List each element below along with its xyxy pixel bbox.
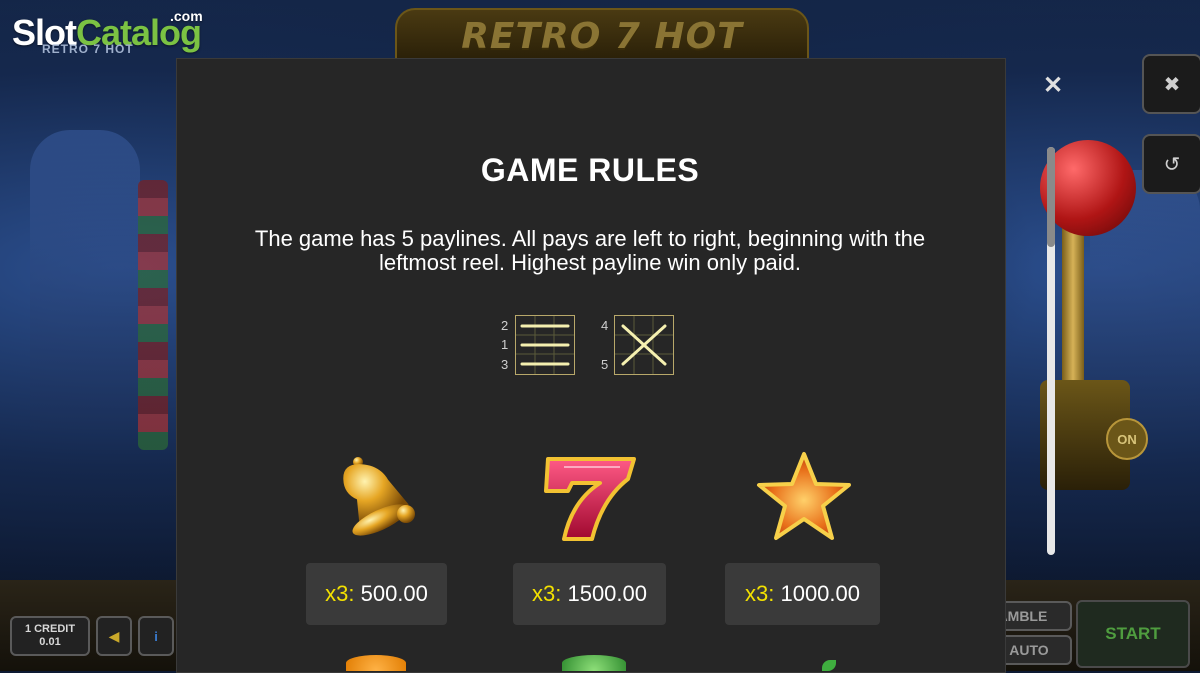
rules-description: The game has 5 paylines. All pays are le…	[254, 226, 926, 275]
info-button[interactable]: i	[138, 616, 174, 656]
close-icon: ✕	[1042, 71, 1064, 99]
info-icon: i	[154, 628, 158, 644]
payline-number: 1	[501, 337, 509, 352]
start-button[interactable]: START	[1076, 600, 1190, 668]
pay-multiplier: x3:	[531, 581, 562, 606]
modal-close-button[interactable]: ✕	[1040, 71, 1066, 99]
close-icon: ✖	[1163, 73, 1181, 96]
auto-label: AUTO	[1009, 642, 1049, 658]
payline-number: 4	[601, 318, 609, 333]
game-logo: RETRO 7 HOT	[461, 16, 743, 57]
background-slot-machine-left	[30, 130, 140, 430]
lever-on-badge: ON	[1106, 418, 1148, 460]
credit-selector[interactable]: 1 CREDIT 0.01	[10, 616, 90, 656]
melon-symbol-icon	[562, 655, 626, 671]
paytable-value-star: x3: 1000.00	[725, 563, 880, 625]
sound-button[interactable]: ◀	[96, 616, 132, 656]
diagonal-lines-icon	[615, 316, 673, 374]
history-button[interactable]: ↺	[1142, 134, 1200, 194]
payline-number: 5	[601, 357, 609, 372]
site-logo-dotcom: .com	[170, 8, 203, 24]
start-label: START	[1105, 624, 1161, 643]
seven-symbol-icon	[542, 455, 638, 543]
history-icon: ↺	[1163, 153, 1181, 176]
payline-diagram-diagonal	[614, 315, 674, 375]
paytable-value-seven: x3: 1500.00	[513, 563, 666, 625]
cabinet-top: RETRO 7 HOT	[395, 8, 809, 62]
payline-number: 3	[501, 357, 509, 372]
credit-value: 0.01	[39, 636, 61, 648]
orange-symbol-icon	[346, 655, 406, 671]
auto-button[interactable]: AUTO	[996, 635, 1072, 665]
speaker-icon: ◀	[108, 627, 120, 644]
pay-multiplier: x3:	[744, 581, 775, 606]
side-close-button[interactable]: ✖	[1142, 54, 1200, 114]
game-subtitle: RETRO 7 HOT	[42, 42, 134, 56]
horizontal-lines-icon	[516, 316, 574, 374]
payline-number: 2	[501, 318, 509, 333]
star-symbol-icon	[756, 450, 852, 542]
pay-amount: 1000.00	[780, 581, 860, 606]
modal-title: GAME RULES	[480, 152, 700, 188]
reel-strip	[138, 180, 168, 450]
pay-multiplier: x3:	[325, 581, 355, 606]
credit-label: 1 CREDIT	[24, 623, 76, 635]
gamble-button[interactable]: GAMBLE	[996, 601, 1072, 631]
pay-amount: 1500.00	[567, 581, 647, 606]
paytable-value-bell: x3: 500.00	[306, 563, 447, 625]
payline-diagram-horizontal	[515, 315, 575, 375]
pay-amount: 500.00	[360, 581, 428, 606]
scrollbar-thumb[interactable]	[1047, 147, 1055, 247]
bell-symbol-icon	[336, 452, 424, 540]
